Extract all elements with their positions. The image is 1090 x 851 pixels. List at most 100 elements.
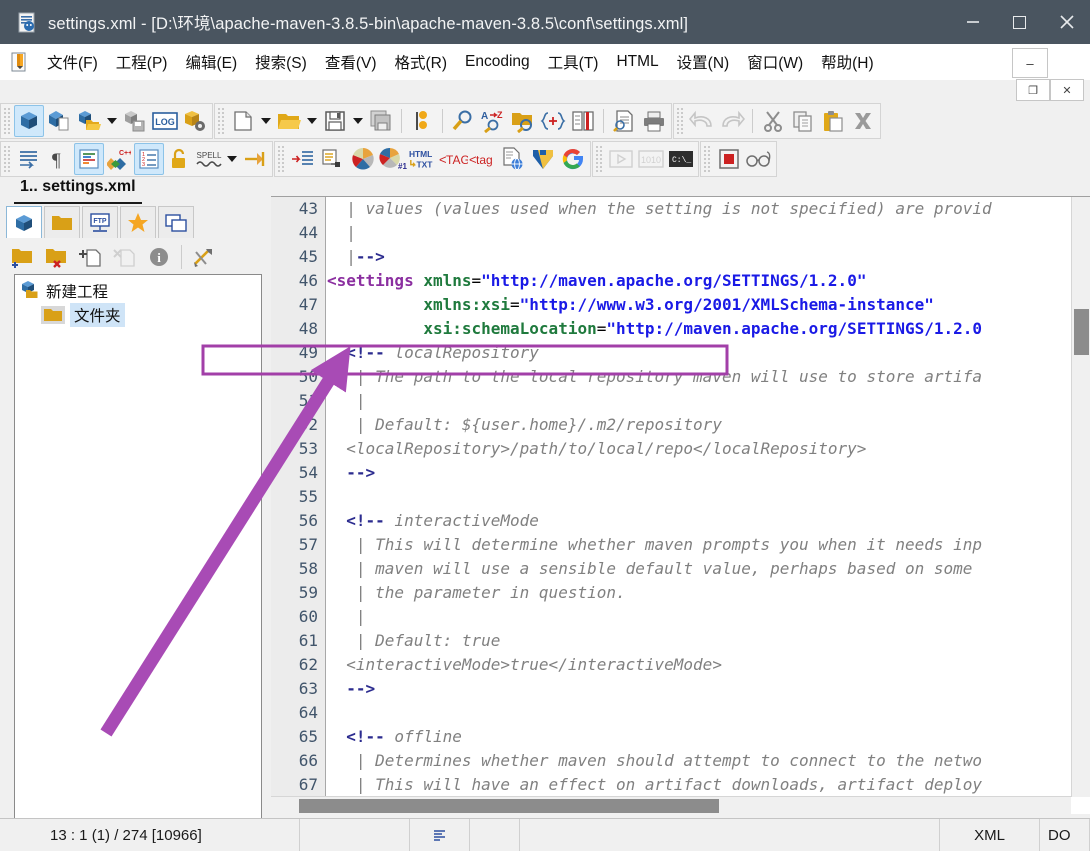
code-line[interactable]	[327, 701, 1071, 725]
toolbar-grip[interactable]	[3, 145, 12, 173]
tree-row-root[interactable]: 新建工程	[15, 279, 261, 303]
menu-edit[interactable]: 编辑(E)	[176, 48, 246, 76]
web-document-icon[interactable]	[498, 143, 528, 175]
menu-file[interactable]: 文件(F)	[38, 48, 107, 76]
code-line[interactable]: | Default: ${user.home}/.m2/repository	[327, 413, 1071, 437]
run-play-icon[interactable]	[606, 143, 636, 175]
code-line[interactable]: <interactiveMode>true</interactiveMode>	[327, 653, 1071, 677]
menu-format[interactable]: 格式(R)	[385, 48, 456, 76]
menu-window[interactable]: 窗口(W)	[738, 48, 812, 76]
text-lines-icon[interactable]	[410, 819, 470, 851]
panel-tab-favorites[interactable]	[120, 206, 156, 238]
tools-wrench-icon[interactable]	[187, 242, 221, 272]
code-text[interactable]: | values (values used when the setting i…	[327, 197, 1071, 797]
chevron-down-icon[interactable]	[258, 105, 274, 137]
log-icon[interactable]: LOG	[150, 105, 180, 137]
new-file-icon[interactable]	[228, 105, 258, 137]
undo-icon[interactable]	[687, 105, 717, 137]
code-line[interactable]: <!-- offline	[327, 725, 1071, 749]
minimize-button[interactable]	[949, 0, 996, 44]
binary-1010-icon[interactable]: 1010	[636, 143, 666, 175]
code-line[interactable]: |	[327, 389, 1071, 413]
cut-scissors-icon[interactable]	[758, 105, 788, 137]
code-line[interactable]: |	[327, 605, 1071, 629]
code-line[interactable]	[327, 485, 1071, 509]
pilcrow-whitespace-icon[interactable]: ¶	[44, 143, 74, 175]
tree-row-child[interactable]: 文件夹	[15, 303, 261, 327]
mdi-minimize-button[interactable]: –	[1012, 48, 1048, 78]
toolbar-grip[interactable]	[277, 145, 286, 173]
panel-tab-project[interactable]	[6, 206, 42, 238]
code-line[interactable]: |-->	[327, 245, 1071, 269]
find-magnifier-icon[interactable]	[448, 105, 478, 137]
new-project-document-icon[interactable]	[44, 105, 74, 137]
glasses-preview-icon[interactable]	[744, 143, 774, 175]
editor-vertical-scrollbar[interactable]	[1071, 197, 1090, 797]
open-file-folder-icon[interactable]	[274, 105, 304, 137]
code-line[interactable]: <!-- interactiveMode	[327, 509, 1071, 533]
code-line[interactable]: -->	[327, 461, 1071, 485]
panel-tab-ftp[interactable]: FTP	[82, 206, 118, 238]
project-tree[interactable]: 新建工程 文件夹	[14, 274, 262, 851]
replace-az-icon[interactable]: A Z	[478, 105, 508, 137]
line-numbers-icon[interactable]: 1 2 3	[134, 143, 164, 175]
save-floppy-icon[interactable]	[320, 105, 350, 137]
code-line[interactable]: | maven will use a sensible default valu…	[327, 557, 1071, 581]
document-map-icon[interactable]	[318, 143, 348, 175]
compare-book-icon[interactable]	[568, 105, 598, 137]
panel-tab-windows[interactable]	[158, 206, 194, 238]
chevron-down-icon[interactable]	[224, 143, 240, 175]
info-icon[interactable]: i	[142, 242, 176, 272]
chevron-down-icon[interactable]	[350, 105, 366, 137]
status-encoding[interactable]: DO	[1040, 819, 1090, 851]
toolbar-grip[interactable]	[3, 107, 12, 135]
horizontal-scroll-thumb[interactable]	[299, 799, 719, 813]
toolbar-grip[interactable]	[595, 145, 604, 173]
code-line[interactable]: <!-- localRepository	[327, 341, 1071, 365]
status-language[interactable]: XML	[940, 819, 1040, 851]
code-line[interactable]: |	[327, 221, 1071, 245]
syntax-highlight-icon[interactable]	[74, 143, 104, 175]
code-editor[interactable]: 43 44 45 46 47 48 49 50 51 52 53 54 55 56 57 58 59 60 61 62…	[271, 197, 1071, 797]
google-search-icon[interactable]	[558, 143, 588, 175]
cmd-console-icon[interactable]: C:\_	[666, 143, 696, 175]
spell-check-icon[interactable]: SPELL	[194, 143, 224, 175]
toolbar-grip[interactable]	[703, 145, 712, 173]
code-line[interactable]: xmlns:xsi="http://www.w3.org/2001/XMLSch…	[327, 293, 1071, 317]
chevron-down-icon[interactable]	[304, 105, 320, 137]
toolbar-grip[interactable]	[676, 107, 685, 135]
word-wrap-icon[interactable]	[14, 143, 44, 175]
pie-chart-10-icon[interactable]: #10	[378, 143, 408, 175]
code-line[interactable]: | values (values used when the setting i…	[327, 197, 1071, 221]
vertical-scroll-thumb[interactable]	[1074, 309, 1089, 355]
paste-clipboard-icon[interactable]	[818, 105, 848, 137]
code-line[interactable]: | This will have an effect on artifact d…	[327, 773, 1071, 797]
regex-brace-icon[interactable]	[538, 105, 568, 137]
stop-icon[interactable]	[714, 143, 744, 175]
mdi-restore-button[interactable]: ❐	[1016, 79, 1050, 101]
menu-settings[interactable]: 设置(N)	[668, 48, 739, 76]
tag-upper-icon[interactable]: < TAG	[438, 143, 468, 175]
readonly-lock-icon[interactable]	[164, 143, 194, 175]
project-settings-gear-icon[interactable]	[180, 105, 210, 137]
toolbar-grip[interactable]	[217, 107, 226, 135]
code-line[interactable]: | the parameter in question.	[327, 581, 1071, 605]
delete-x-icon[interactable]	[848, 105, 878, 137]
close-button[interactable]	[1043, 0, 1090, 44]
bookmark-traffic-icon[interactable]	[407, 105, 437, 137]
redo-icon[interactable]	[717, 105, 747, 137]
document-tab-settings-xml[interactable]: 1.. settings.xml	[14, 178, 142, 204]
mdi-close-button[interactable]: ✕	[1050, 79, 1084, 101]
menu-project[interactable]: 工程(P)	[107, 48, 177, 76]
code-line[interactable]: | The path to the local repository maven…	[327, 365, 1071, 389]
panel-tab-explorer[interactable]	[44, 206, 80, 238]
print-icon[interactable]	[639, 105, 669, 137]
cpp-language-icon[interactable]: C++	[104, 143, 134, 175]
open-project-folder-icon[interactable]	[74, 105, 104, 137]
code-line[interactable]: <settings xmlns="http://maven.apache.org…	[327, 269, 1071, 293]
find-in-files-icon[interactable]	[508, 105, 538, 137]
menu-view[interactable]: 查看(V)	[316, 48, 386, 76]
code-line[interactable]: xsi:schemaLocation="http://maven.apache.…	[327, 317, 1071, 341]
code-line[interactable]: <localRepository>/path/to/local/repo</lo…	[327, 437, 1071, 461]
editor-horizontal-scrollbar[interactable]	[271, 796, 1071, 814]
